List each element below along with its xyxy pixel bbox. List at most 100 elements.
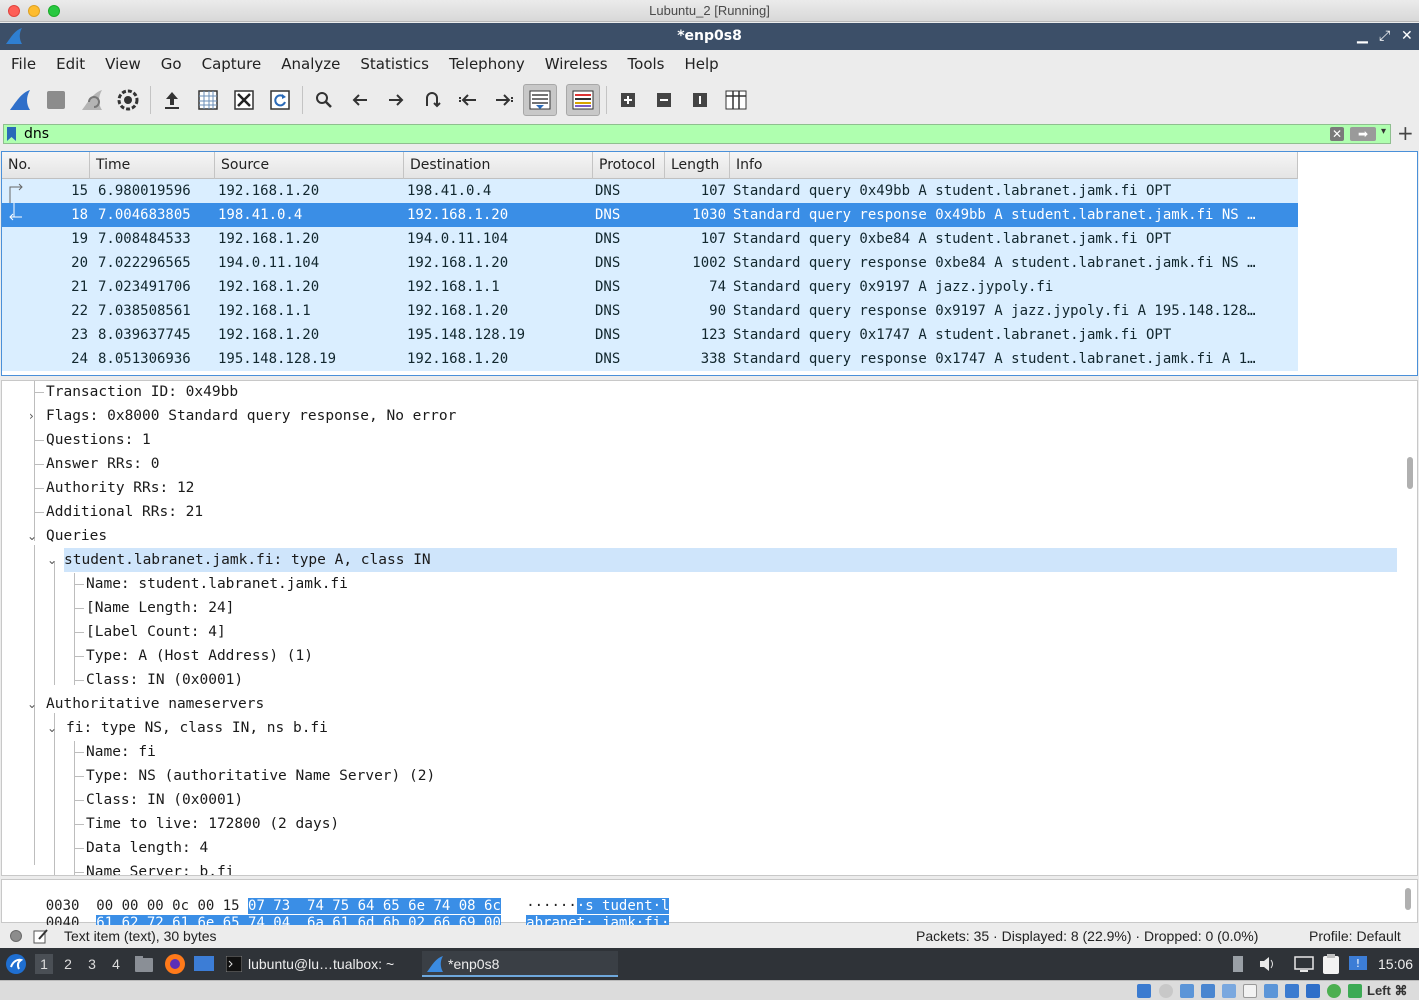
collapse-chevron-icon[interactable]: ⌄ bbox=[27, 692, 37, 716]
clipboard-icon[interactable] bbox=[1321, 953, 1341, 975]
display-filter-input[interactable] bbox=[24, 125, 1324, 143]
vbox-recording-icon[interactable] bbox=[1285, 984, 1299, 998]
detail-flags[interactable]: Flags: 0x8000 Standard query response, N… bbox=[46, 404, 456, 428]
go-to-packet-icon[interactable] bbox=[416, 84, 448, 116]
filter-bookmark-icon[interactable] bbox=[7, 127, 16, 141]
zoom-out-icon[interactable] bbox=[648, 84, 680, 116]
detail-label-count[interactable]: [Label Count: 4] bbox=[86, 620, 226, 644]
menu-go[interactable]: Go bbox=[151, 50, 192, 78]
minimize-window-button[interactable] bbox=[28, 5, 40, 17]
vbox-cpu-icon[interactable] bbox=[1306, 984, 1320, 998]
collapse-chevron-icon[interactable]: ⌄ bbox=[47, 548, 57, 572]
detail-query-selected[interactable]: student.labranet.jamk.fi: type A, class … bbox=[64, 548, 1397, 572]
zoom-window-button[interactable] bbox=[48, 5, 60, 17]
expand-chevron-icon[interactable]: › bbox=[29, 404, 34, 428]
usb-tray-icon[interactable] bbox=[1231, 954, 1245, 974]
vbox-network-icon[interactable] bbox=[1201, 984, 1215, 998]
packet-row[interactable]: 20 7.022296565 194.0.11.104 192.168.1.20… bbox=[2, 251, 1298, 275]
detail-authoritative-nameservers[interactable]: Authoritative nameservers bbox=[46, 692, 264, 716]
menu-file[interactable]: File bbox=[1, 50, 46, 78]
detail-query-class[interactable]: Class: IN (0x0001) bbox=[86, 668, 243, 692]
detail-ns-ttl[interactable]: Time to live: 172800 (2 days) bbox=[86, 812, 339, 836]
column-header-no[interactable]: No. bbox=[2, 152, 90, 179]
detail-ns-class[interactable]: Class: IN (0x0001) bbox=[86, 788, 243, 812]
go-back-icon[interactable] bbox=[344, 84, 376, 116]
menu-analyze[interactable]: Analyze bbox=[271, 50, 350, 78]
column-header-protocol[interactable]: Protocol bbox=[593, 152, 665, 179]
detail-answer-rrs[interactable]: Answer RRs: 0 bbox=[46, 452, 160, 476]
workspace-2[interactable]: 2 bbox=[59, 954, 77, 974]
find-packet-icon[interactable] bbox=[308, 84, 340, 116]
start-menu-icon[interactable] bbox=[5, 953, 27, 975]
clear-filter-icon[interactable]: ✕ bbox=[1330, 127, 1344, 141]
workspace-4[interactable]: 4 bbox=[107, 954, 125, 974]
go-last-packet-icon[interactable] bbox=[488, 84, 520, 116]
detail-additional-rrs[interactable]: Additional RRs: 21 bbox=[46, 500, 203, 524]
colorize-list-icon[interactable] bbox=[566, 84, 600, 116]
vbox-optical-drive-icon[interactable] bbox=[1159, 984, 1173, 998]
menu-telephony[interactable]: Telephony bbox=[439, 50, 535, 78]
normal-size-icon[interactable] bbox=[684, 84, 716, 116]
detail-questions[interactable]: Questions: 1 bbox=[46, 428, 151, 452]
zoom-in-icon[interactable] bbox=[612, 84, 644, 116]
vbox-audio-icon[interactable] bbox=[1180, 984, 1194, 998]
column-header-destination[interactable]: Destination bbox=[404, 152, 593, 179]
edit-comment-icon[interactable] bbox=[33, 928, 49, 944]
close-window-button[interactable] bbox=[8, 5, 20, 17]
workspace-3[interactable]: 3 bbox=[83, 954, 101, 974]
vbox-mouse-integration-icon[interactable] bbox=[1348, 984, 1362, 998]
start-capture-icon[interactable] bbox=[4, 84, 36, 116]
packet-row[interactable]: 23 8.039637745 192.168.1.20 195.148.128.… bbox=[2, 323, 1298, 347]
column-header-time[interactable]: Time bbox=[90, 152, 215, 179]
go-first-packet-icon[interactable] bbox=[452, 84, 484, 116]
vbox-shared-folders-icon[interactable] bbox=[1243, 984, 1257, 998]
detail-name-length[interactable]: [Name Length: 24] bbox=[86, 596, 234, 620]
apply-filter-icon[interactable]: ➡ bbox=[1350, 127, 1376, 141]
menu-view[interactable]: View bbox=[95, 50, 151, 78]
menu-capture[interactable]: Capture bbox=[192, 50, 272, 78]
show-desktop-icon[interactable] bbox=[193, 954, 215, 974]
details-scrollbar[interactable] bbox=[1407, 457, 1413, 489]
menu-help[interactable]: Help bbox=[674, 50, 728, 78]
volume-icon[interactable] bbox=[1258, 955, 1276, 973]
detail-ns-type[interactable]: Type: NS (authoritative Name Server) (2) bbox=[86, 764, 435, 788]
minimize-icon[interactable]: ▁ bbox=[1357, 23, 1368, 50]
reload-file-icon[interactable] bbox=[264, 84, 296, 116]
column-header-source[interactable]: Source bbox=[215, 152, 404, 179]
detail-ns-record[interactable]: fi: type NS, class IN, ns b.fi bbox=[66, 716, 328, 740]
packet-row[interactable]: 21 7.023491706 192.168.1.20 192.168.1.1 … bbox=[2, 275, 1298, 299]
auto-scroll-icon[interactable] bbox=[523, 84, 557, 116]
collapse-chevron-icon[interactable]: ⌄ bbox=[27, 524, 37, 548]
close-file-icon[interactable] bbox=[228, 84, 260, 116]
detail-query-name[interactable]: Name: student.labranet.jamk.fi bbox=[86, 572, 348, 596]
menu-tools[interactable]: Tools bbox=[618, 50, 675, 78]
packet-row[interactable]: 15 6.980019596 192.168.1.20 198.41.0.4 D… bbox=[2, 179, 1298, 203]
taskbar-clock[interactable]: 15:06 bbox=[1378, 948, 1413, 980]
detail-ns-data-length[interactable]: Data length: 4 bbox=[86, 836, 208, 860]
filter-history-dropdown-icon[interactable]: ▾ bbox=[1381, 126, 1386, 137]
save-file-icon[interactable] bbox=[192, 84, 224, 116]
collapse-chevron-icon[interactable]: ⌄ bbox=[47, 716, 57, 740]
capture-options-icon[interactable] bbox=[112, 84, 144, 116]
detail-ns-name[interactable]: Name: fi bbox=[86, 740, 156, 764]
menu-edit[interactable]: Edit bbox=[46, 50, 95, 78]
open-file-icon[interactable] bbox=[156, 84, 188, 116]
packet-row[interactable]: 22 7.038508561 192.168.1.1 192.168.1.20 … bbox=[2, 299, 1298, 323]
packet-row-selected[interactable]: 18 7.004683805 198.41.0.4 192.168.1.20 D… bbox=[2, 203, 1298, 227]
workspace-1[interactable]: 1 bbox=[35, 954, 53, 974]
vbox-hard-disk-icon[interactable] bbox=[1137, 984, 1151, 998]
network-icon[interactable] bbox=[1294, 954, 1314, 974]
detail-authority-rrs[interactable]: Authority RRs: 12 bbox=[46, 476, 194, 500]
add-filter-button-icon[interactable]: + bbox=[1397, 122, 1414, 144]
vbox-display-icon[interactable] bbox=[1264, 984, 1278, 998]
vbox-usb-icon[interactable] bbox=[1222, 984, 1236, 998]
taskbar-terminal[interactable]: lubuntu@lu…tualbox: ~ bbox=[222, 951, 418, 977]
expert-info-led-icon[interactable] bbox=[10, 930, 22, 942]
column-header-info[interactable]: Info bbox=[730, 152, 1298, 179]
go-forward-icon[interactable] bbox=[380, 84, 412, 116]
close-icon[interactable]: ✕ bbox=[1401, 23, 1413, 50]
status-profile[interactable]: Profile: Default bbox=[1309, 925, 1401, 947]
detail-queries[interactable]: Queries bbox=[46, 524, 107, 548]
packet-row[interactable]: 24 8.051306936 195.148.128.19 192.168.1.… bbox=[2, 347, 1298, 371]
detail-query-type[interactable]: Type: A (Host Address) (1) bbox=[86, 644, 313, 668]
